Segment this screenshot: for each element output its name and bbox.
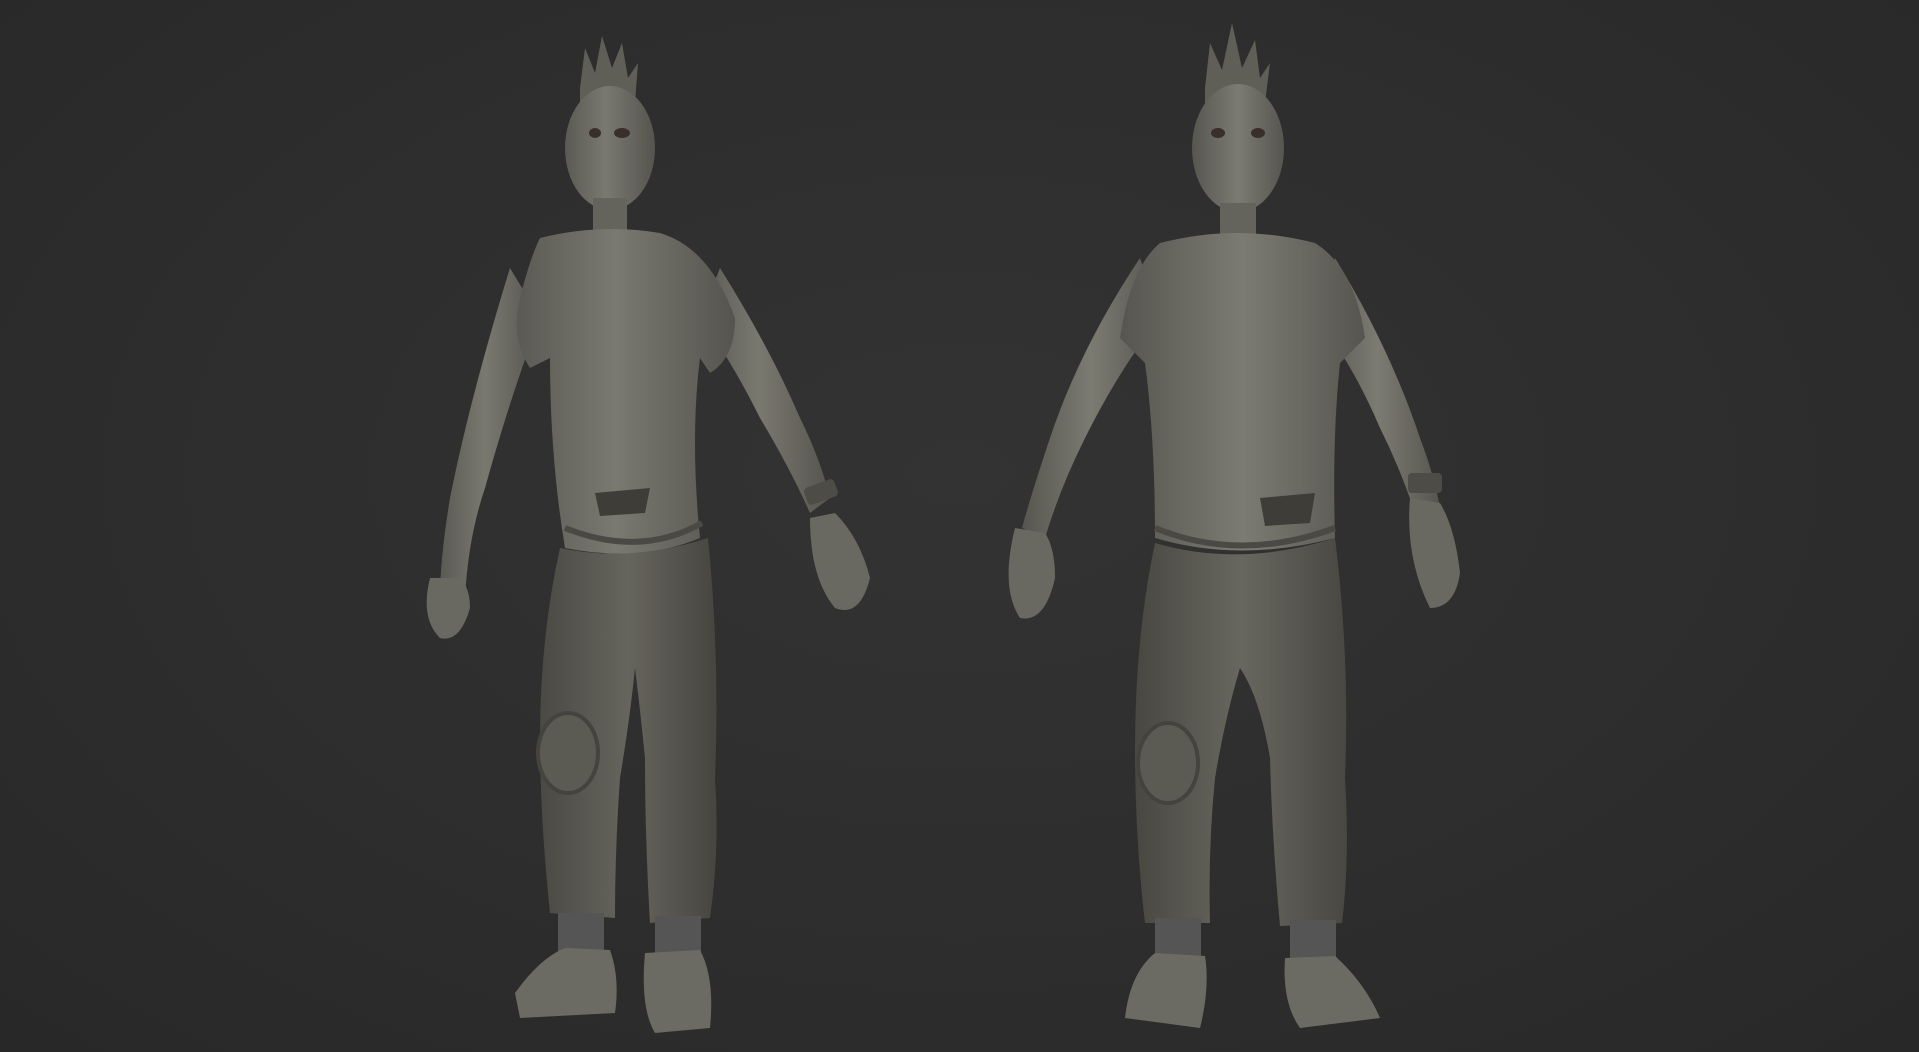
- knee-pad: [536, 711, 600, 795]
- sculpt-render-front: [1008, 23, 1460, 1028]
- right-shoe: [643, 950, 712, 1033]
- right-shoe: [1284, 956, 1380, 1028]
- character-model-three-quarter: [390, 18, 910, 1038]
- head: [1192, 84, 1284, 212]
- knee-pad: [1136, 721, 1200, 805]
- right-hand: [1409, 498, 1460, 608]
- sculpt-render-three-quarter: [426, 36, 870, 1033]
- character-model-front: [960, 18, 1520, 1038]
- left-shoe: [1125, 953, 1207, 1028]
- shirt: [1120, 233, 1365, 551]
- left-shoe: [515, 948, 617, 1018]
- left-hand: [426, 578, 470, 639]
- head: [565, 86, 655, 210]
- left-hand: [1008, 528, 1055, 619]
- right-hand: [810, 513, 870, 610]
- wristband: [1408, 473, 1442, 493]
- render-viewport: [0, 0, 1919, 1052]
